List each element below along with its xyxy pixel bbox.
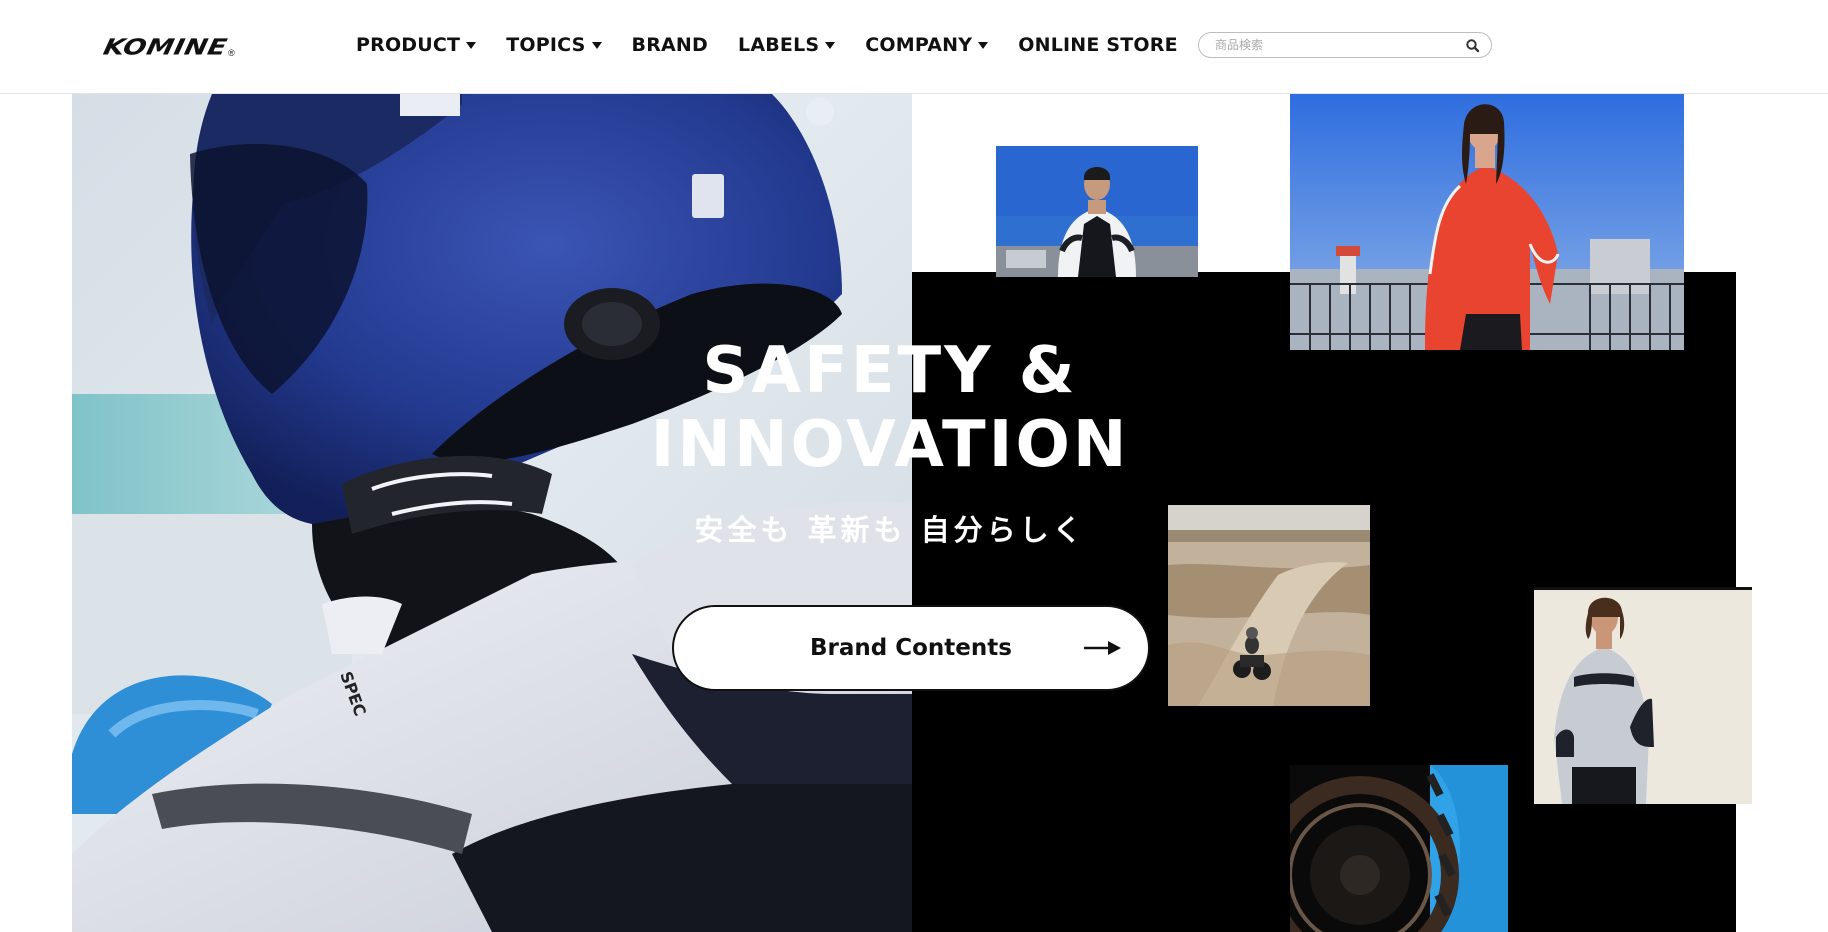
brand-logo[interactable]: KOMINE ®: [101, 30, 235, 60]
thumb-rider-suit-photo: [996, 146, 1198, 277]
brand-contents-button[interactable]: Brand Contents: [672, 605, 1150, 691]
nav-item-company[interactable]: COMPANY: [865, 31, 989, 59]
thumb-tire-photo: [1290, 765, 1508, 932]
search-input[interactable]: [1215, 36, 1455, 54]
registered-mark: ®: [228, 48, 235, 58]
nav-item-topics[interactable]: TOPICS: [506, 31, 602, 59]
nav-label: LABELS: [738, 34, 820, 56]
caret-down-icon: [466, 41, 477, 49]
brand-contents-label: Brand Contents: [810, 635, 1012, 661]
caret-down-icon: [978, 41, 989, 49]
caret-down-icon: [825, 41, 836, 49]
caret-down-icon: [591, 41, 602, 49]
nav-label: PRODUCT: [356, 34, 461, 56]
nav-item-online-store[interactable]: ONLINE STORE: [1018, 31, 1178, 59]
thumb-grey-jacket-photo: [1534, 587, 1752, 804]
logo-wordmark: KOMINE: [101, 34, 230, 60]
nav-item-brand[interactable]: BRAND: [632, 31, 709, 59]
headline-line-1: SAFETY &: [702, 334, 1078, 408]
hero-section: SPEC SAFETY & INNOVATION 安全も 革新も 自分らしく B…: [72, 94, 1756, 932]
search-icon[interactable]: [1464, 37, 1482, 55]
site-header: KOMINE ® PRODUCT TOPICS BRAND LABELS COM…: [0, 0, 1828, 94]
hero-headline: SAFETY & INNOVATION: [560, 334, 1220, 482]
arrow-right-icon: [1084, 640, 1122, 656]
nav-label: TOPICS: [506, 34, 586, 56]
thumb-red-jacket-photo: [1290, 94, 1684, 350]
headline-line-2: INNOVATION: [650, 408, 1130, 482]
nav-label: ONLINE STORE: [1018, 34, 1178, 56]
nav-label: BRAND: [631, 34, 709, 56]
nav-item-product[interactable]: PRODUCT: [356, 31, 477, 59]
product-search: [1198, 32, 1492, 58]
hero-subline: 安全も 革新も 自分らしく: [694, 513, 1086, 547]
nav-label: COMPANY: [865, 34, 973, 56]
nav-item-labels[interactable]: LABELS: [738, 31, 836, 59]
main-nav: PRODUCT TOPICS BRAND LABELS COMPANY ONLI…: [356, 31, 1178, 59]
